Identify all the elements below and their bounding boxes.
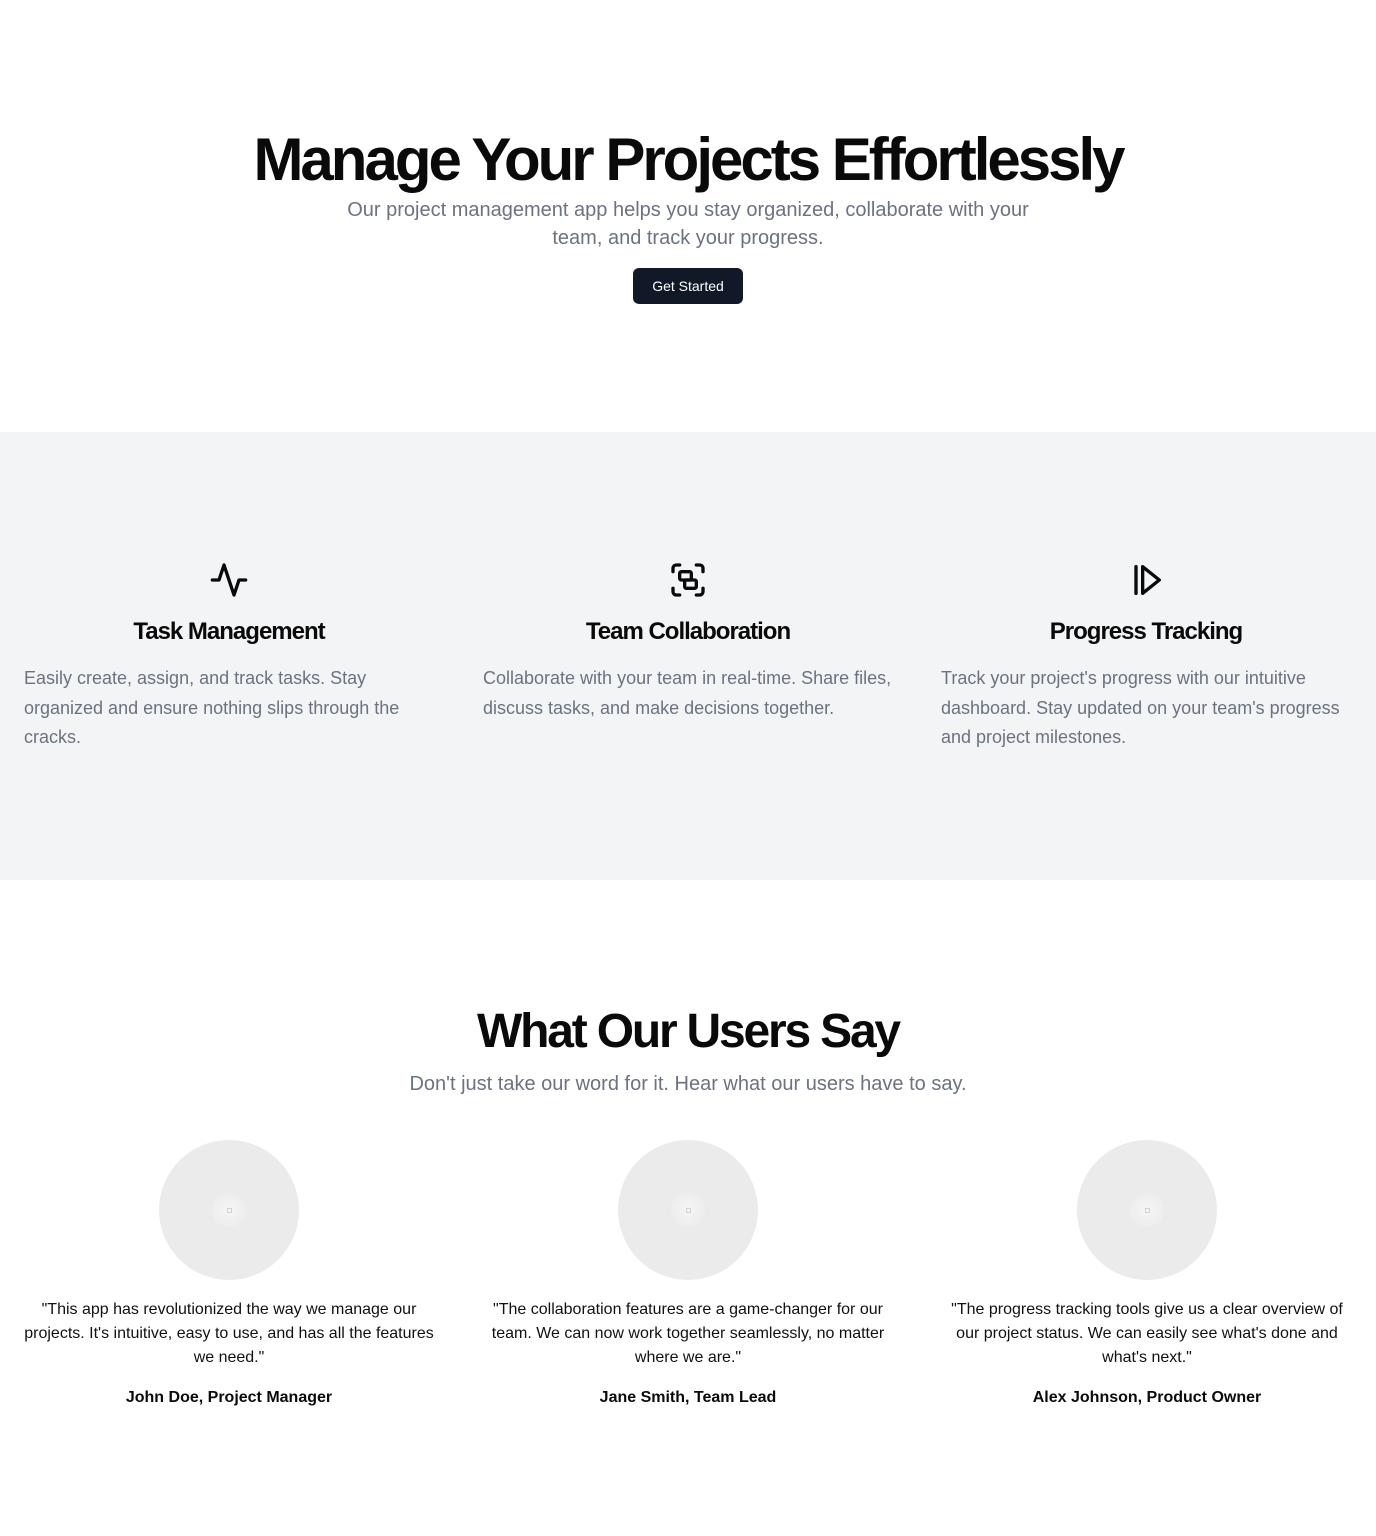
testimonial-card: "The collaboration features are a game-c… [483, 1140, 893, 1440]
feature-progress-tracking: Progress Tracking Track your project's p… [941, 432, 1351, 880]
testimonial-quote: "This app has revolutionized the way we … [24, 1301, 434, 1366]
testimonials-title: What Our Users Say [477, 1005, 901, 1058]
get-started-button[interactable]: Get Started [633, 268, 743, 304]
avatar [1077, 1140, 1217, 1280]
testimonial-quote: "The progress tracking tools give us a c… [951, 1301, 1343, 1366]
avatar [159, 1140, 299, 1280]
testimonials-subtitle: Don't just take our word for it. Hear wh… [409, 1073, 967, 1095]
feature-team-collaboration: Team Collaboration Collaborate with your… [483, 432, 893, 880]
feature-description: Collaborate with your team in real-time.… [483, 668, 892, 718]
hero-subtitle: Our project management app helps you sta… [347, 199, 1029, 249]
feature-title: Team Collaboration [585, 618, 791, 645]
testimonial-quote: "The collaboration features are a game-c… [491, 1301, 885, 1366]
feature-description: Track your project's progress with our i… [941, 668, 1340, 747]
avatar [618, 1140, 758, 1280]
testimonials-section: What Our Users Say Don't just take our w… [0, 880, 1376, 1536]
feature-title: Progress Tracking [1049, 618, 1243, 645]
feature-description: Easily create, assign, and track tasks. … [24, 668, 400, 747]
testimonial-card: "This app has revolutionized the way we … [24, 1140, 434, 1440]
step-forward-icon [1126, 560, 1166, 600]
hero-section: Manage Your Projects Effortlessly Our pr… [0, 0, 1376, 432]
testimonial-author: John Doe, Project Manager [125, 1389, 333, 1406]
activity-icon [209, 560, 249, 600]
testimonial-card: "The progress tracking tools give us a c… [942, 1140, 1352, 1440]
image-placeholder-icon [671, 1193, 705, 1227]
hero-title: Manage Your Projects Effortlessly [253, 126, 1125, 193]
testimonial-author: Alex Johnson, Product Owner [1032, 1389, 1262, 1406]
testimonial-author: Jane Smith, Team Lead [599, 1389, 777, 1406]
image-placeholder-icon [1130, 1193, 1164, 1227]
group-icon [668, 560, 708, 600]
feature-title: Task Management [133, 618, 325, 645]
features-section: Task Management Easily create, assign, a… [0, 432, 1376, 880]
feature-task-management: Task Management Easily create, assign, a… [24, 432, 434, 880]
image-placeholder-icon [212, 1193, 246, 1227]
